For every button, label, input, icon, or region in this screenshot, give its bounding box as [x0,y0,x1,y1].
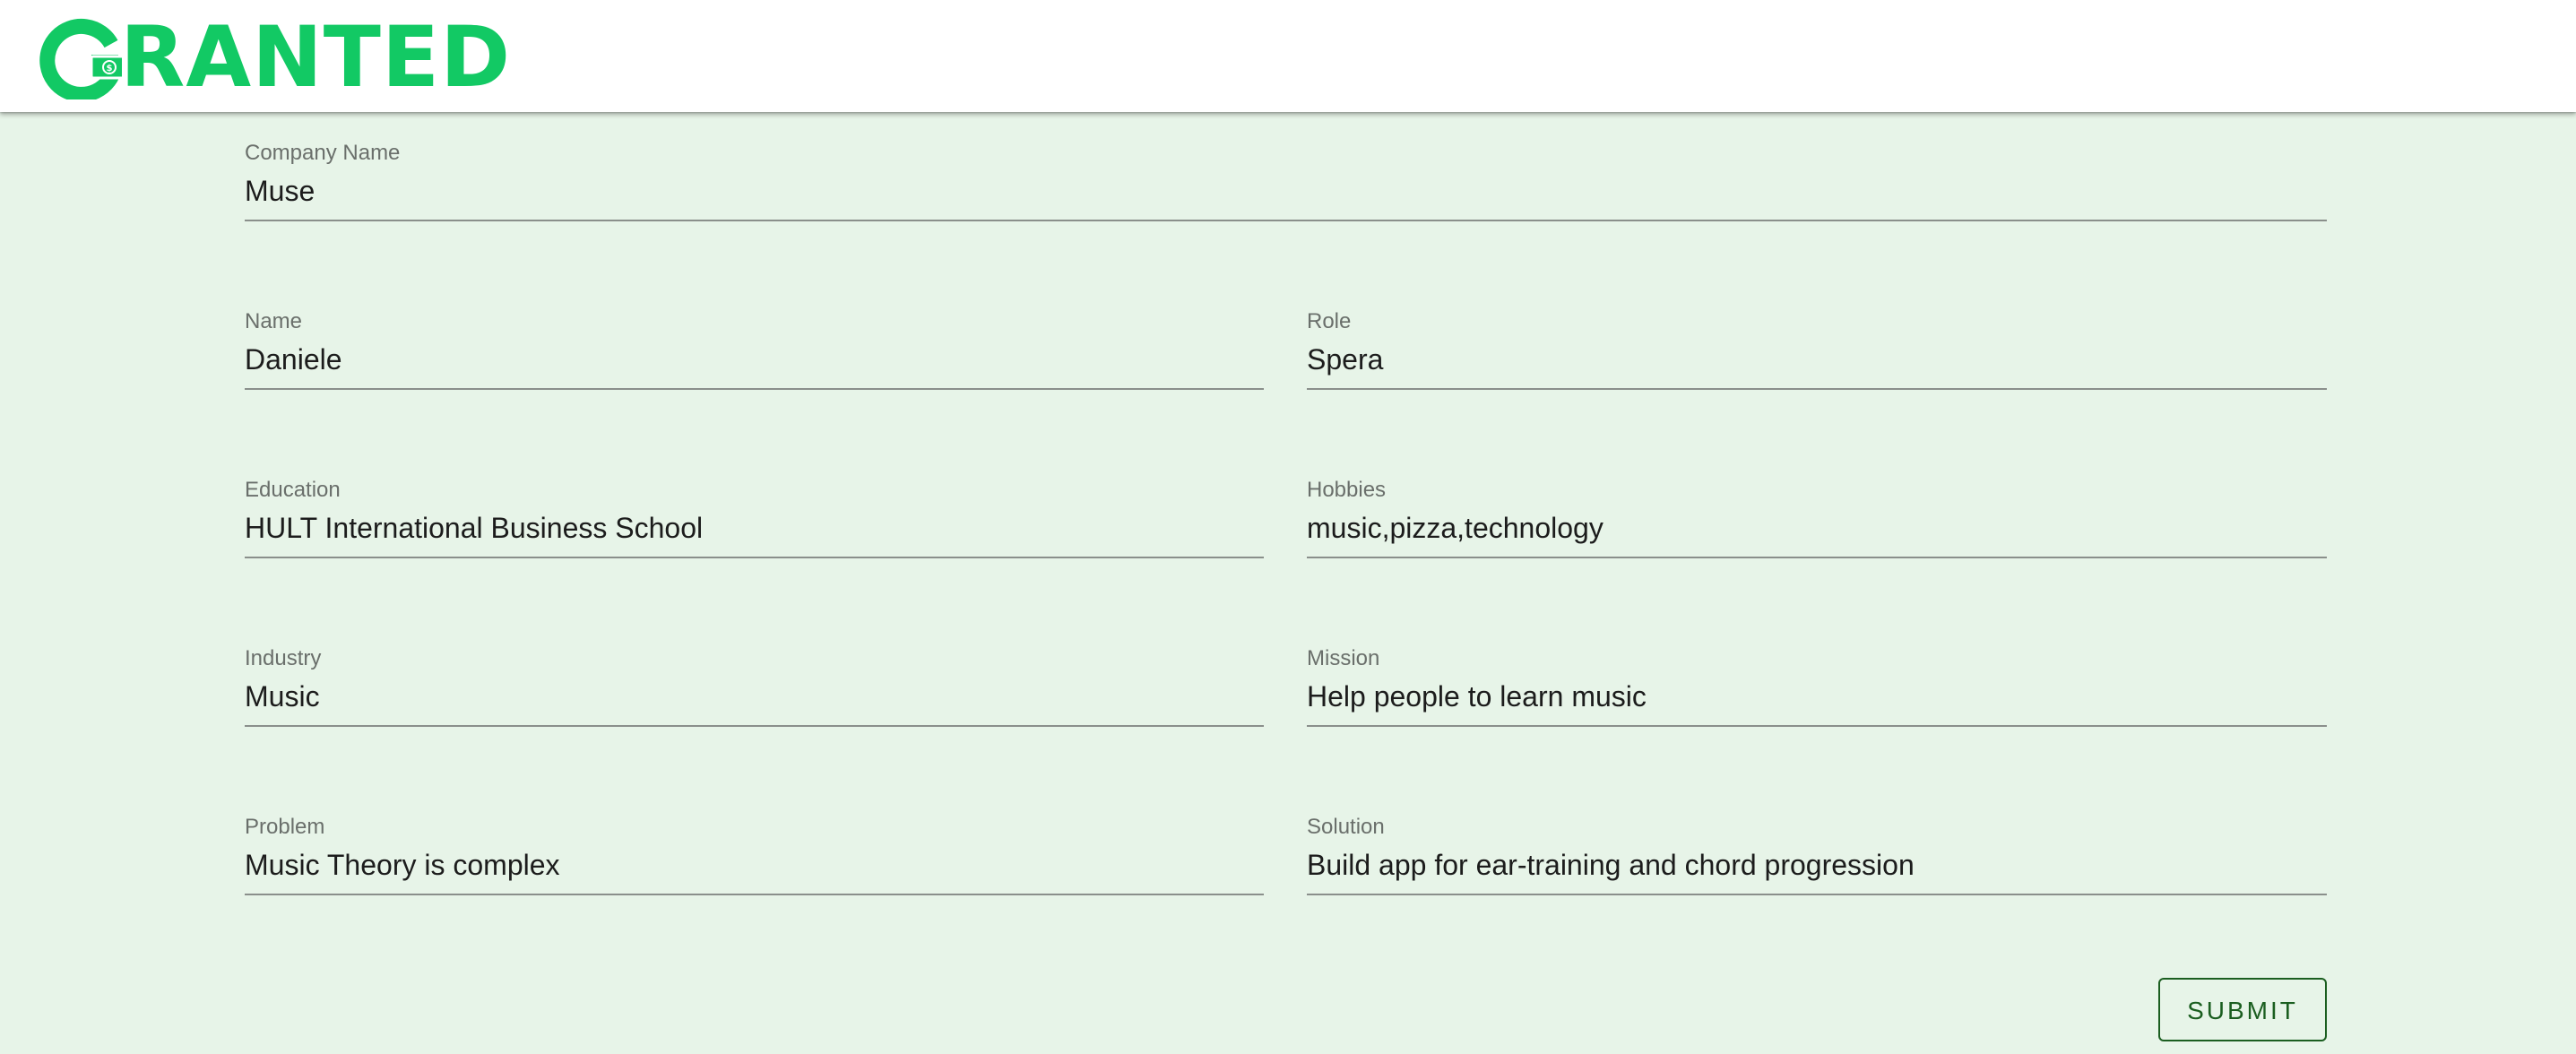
industry-input[interactable] [245,677,1264,716]
problem-input[interactable] [245,845,1264,885]
name-input[interactable] [245,340,1264,379]
education-label: Education [245,478,341,502]
solution-label: Solution [1307,815,1385,839]
logo-g-money-icon: $ [39,17,122,99]
problem-label: Problem [245,815,325,839]
name-field[interactable]: Name [245,309,1264,390]
submit-button[interactable]: SUBMIT [2158,978,2327,1041]
company-name-input[interactable] [245,171,2327,211]
role-label: Role [1307,309,1352,333]
company-profile-form: Company Name Name Role Education Hobbies… [0,0,2576,1054]
mission-input[interactable] [1307,677,2327,716]
granted-logo[interactable]: $ RANTED [39,16,511,100]
education-input[interactable] [245,508,1264,548]
logo-wordmark: RANTED [120,9,512,107]
name-label: Name [245,309,303,333]
solution-field[interactable]: Solution [1307,815,2327,895]
hobbies-input[interactable] [1307,508,2327,548]
company-name-field[interactable]: Company Name [245,141,2327,221]
app-bar: $ RANTED [0,0,2576,112]
role-field[interactable]: Role [1307,309,2327,390]
mission-label: Mission [1307,646,1380,670]
industry-field[interactable]: Industry [245,646,1264,727]
education-field[interactable]: Education [245,478,1264,558]
problem-field[interactable]: Problem [245,815,1264,895]
mission-field[interactable]: Mission [1307,646,2327,727]
industry-label: Industry [245,646,322,670]
hobbies-field[interactable]: Hobbies [1307,478,2327,558]
company-name-label: Company Name [245,141,401,165]
svg-text:$: $ [107,64,113,73]
role-input[interactable] [1307,340,2327,379]
solution-input[interactable] [1307,845,2327,885]
hobbies-label: Hobbies [1307,478,1387,502]
